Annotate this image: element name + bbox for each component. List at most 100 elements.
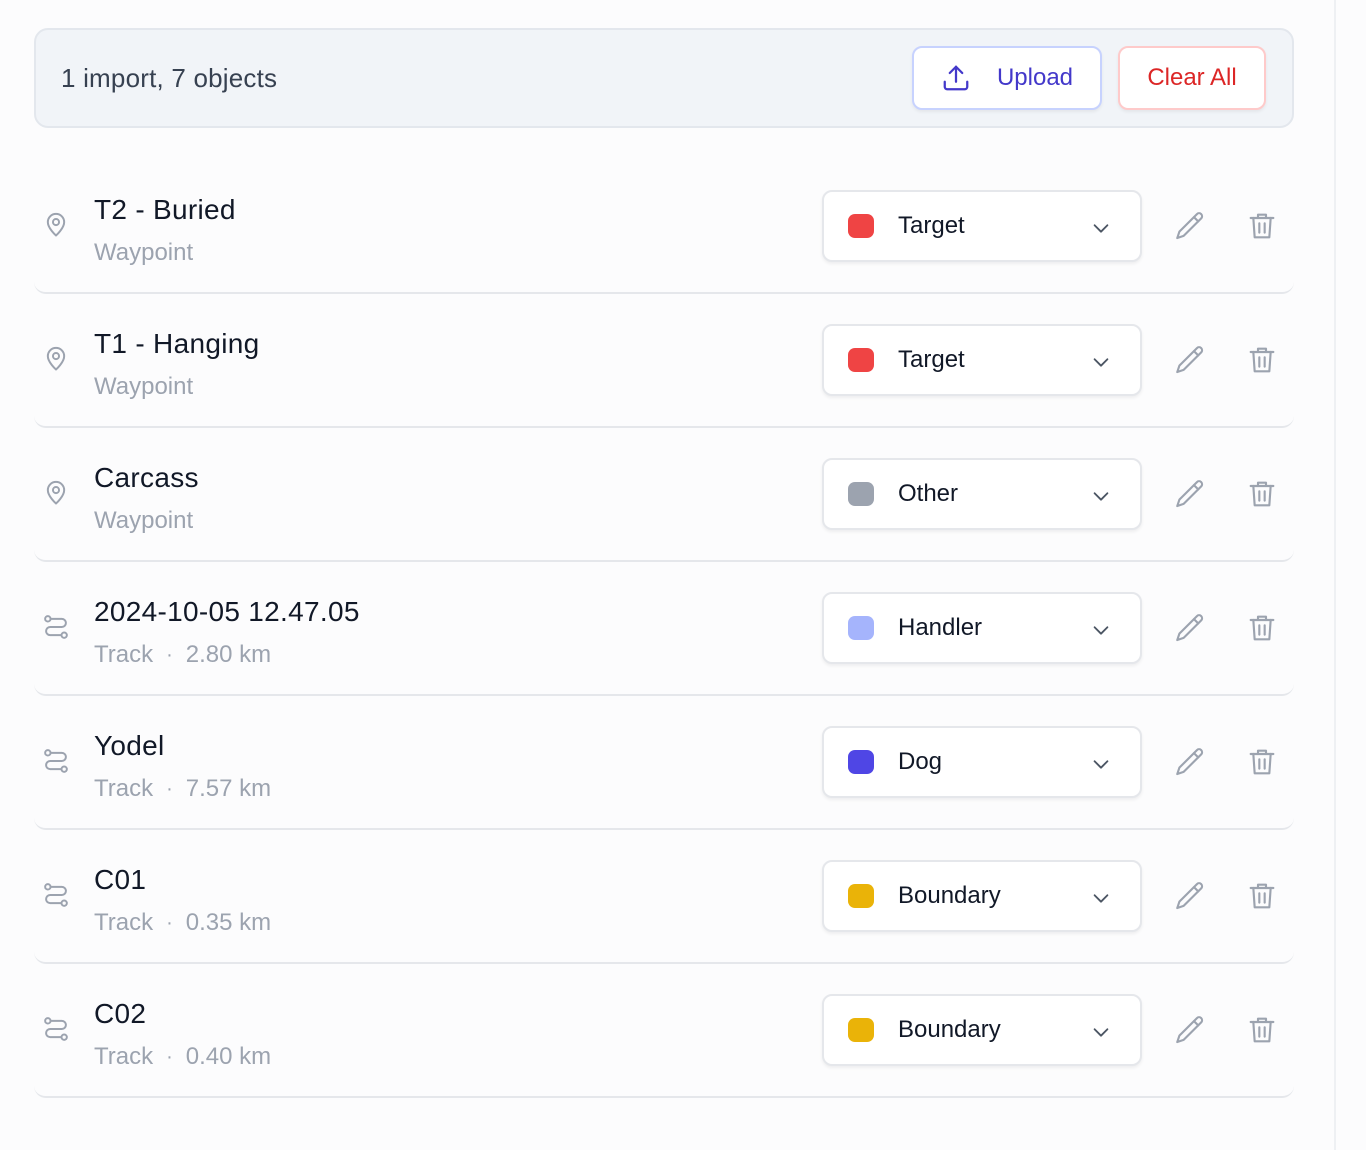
- item-subtitle: Waypoint: [94, 507, 193, 535]
- chevron-down-icon: [1090, 217, 1112, 239]
- delete-button[interactable]: [1244, 610, 1280, 646]
- item-title: Carcass: [94, 462, 199, 493]
- list-item-3: Carcass Waypoint Other: [34, 428, 1294, 562]
- item-title: C02: [94, 998, 147, 1029]
- edit-button[interactable]: [1172, 610, 1208, 646]
- item-distance: 0.35 km: [185, 909, 272, 936]
- item-type: Waypoint: [94, 507, 194, 534]
- category-color-swatch: [848, 214, 874, 238]
- list-item-6: C01 Track · 0.35 km Boundary: [34, 830, 1294, 964]
- category-select[interactable]: Boundary: [822, 994, 1142, 1066]
- route-icon: [42, 880, 70, 910]
- item-title: Yodel: [94, 730, 165, 761]
- edit-button[interactable]: [1172, 878, 1208, 914]
- delete-button[interactable]: [1244, 342, 1280, 378]
- trash-icon: [1246, 1014, 1278, 1046]
- map-pin-icon: [42, 478, 70, 508]
- item-subtitle: Waypoint: [94, 239, 193, 267]
- category-color-swatch: [848, 348, 874, 372]
- import-summary-bar: 1 import, 7 objects Upload Clear All: [34, 28, 1294, 128]
- chevron-down-icon: [1090, 887, 1112, 909]
- separator-dot: ·: [166, 777, 173, 800]
- pencil-icon: [1173, 1013, 1207, 1047]
- chevron-down-icon: [1090, 485, 1112, 507]
- delete-button[interactable]: [1244, 744, 1280, 780]
- separator-dot: ·: [166, 1045, 173, 1068]
- route-icon: [42, 746, 70, 776]
- pencil-icon: [1173, 477, 1207, 511]
- list-item-4: 2024-10-05 12.47.05 Track · 2.80 km Hand…: [34, 562, 1294, 696]
- pencil-icon: [1173, 343, 1207, 377]
- trash-icon: [1246, 344, 1278, 376]
- trash-icon: [1246, 612, 1278, 644]
- route-icon: [42, 1014, 70, 1044]
- category-select[interactable]: Handler: [822, 592, 1142, 664]
- category-select[interactable]: Dog: [822, 726, 1142, 798]
- category-select[interactable]: Target: [822, 324, 1142, 396]
- item-title: T1 - Hanging: [94, 328, 260, 359]
- item-type: Track: [94, 1043, 154, 1070]
- item-subtitle: Track · 2.80 km: [94, 641, 271, 669]
- edit-button[interactable]: [1172, 1012, 1208, 1048]
- category-color-swatch: [848, 482, 874, 506]
- panel-divider: [1334, 0, 1336, 1150]
- category-color-swatch: [848, 1018, 874, 1042]
- map-pin-icon: [42, 344, 70, 374]
- chevron-down-icon: [1090, 351, 1112, 373]
- list-item-7: C02 Track · 0.40 km Boundary: [34, 964, 1294, 1098]
- edit-button[interactable]: [1172, 208, 1208, 244]
- item-title: C01: [94, 864, 147, 895]
- category-color-swatch: [848, 616, 874, 640]
- list-item-2: T1 - Hanging Waypoint Target: [34, 294, 1294, 428]
- item-type: Track: [94, 775, 154, 802]
- item-type: Waypoint: [94, 373, 194, 400]
- pencil-icon: [1173, 745, 1207, 779]
- chevron-down-icon: [1090, 1021, 1112, 1043]
- trash-icon: [1246, 746, 1278, 778]
- category-select[interactable]: Other: [822, 458, 1142, 530]
- pencil-icon: [1173, 879, 1207, 913]
- trash-icon: [1246, 880, 1278, 912]
- chevron-down-icon: [1090, 619, 1112, 641]
- item-subtitle: Track · 0.35 km: [94, 909, 271, 937]
- item-distance: 7.57 km: [185, 775, 272, 802]
- trash-icon: [1246, 478, 1278, 510]
- trash-icon: [1246, 210, 1278, 242]
- pencil-icon: [1173, 209, 1207, 243]
- item-distance: 2.80 km: [185, 641, 272, 668]
- objects-panel: 1 import, 7 objects Upload Clear All T2 …: [0, 0, 1366, 1150]
- upload-icon: [941, 63, 971, 93]
- list-item-1: T2 - Buried Waypoint Target: [34, 160, 1294, 294]
- route-icon: [42, 612, 70, 642]
- edit-button[interactable]: [1172, 342, 1208, 378]
- category-select[interactable]: Target: [822, 190, 1142, 262]
- category-select[interactable]: Boundary: [822, 860, 1142, 932]
- edit-button[interactable]: [1172, 476, 1208, 512]
- edit-button[interactable]: [1172, 744, 1208, 780]
- item-type: Waypoint: [94, 239, 194, 266]
- object-list: T2 - Buried Waypoint Target T1 - Hanging…: [34, 160, 1294, 1098]
- item-title: T2 - Buried: [94, 194, 236, 225]
- upload-button-label: Upload: [996, 64, 1074, 91]
- delete-button[interactable]: [1244, 1012, 1280, 1048]
- item-type: Track: [94, 641, 154, 668]
- delete-button[interactable]: [1244, 878, 1280, 914]
- item-subtitle: Waypoint: [94, 373, 193, 401]
- import-summary-text: 1 import, 7 objects: [61, 62, 278, 93]
- item-title: 2024-10-05 12.47.05: [94, 596, 360, 627]
- item-subtitle: Track · 7.57 km: [94, 775, 271, 803]
- separator-dot: ·: [166, 911, 173, 934]
- category-color-swatch: [848, 884, 874, 908]
- upload-button[interactable]: Upload: [912, 46, 1102, 110]
- clear-all-button[interactable]: Clear All: [1118, 46, 1266, 110]
- pencil-icon: [1173, 611, 1207, 645]
- category-color-swatch: [848, 750, 874, 774]
- map-pin-icon: [42, 210, 70, 240]
- item-distance: 0.40 km: [185, 1043, 272, 1070]
- chevron-down-icon: [1090, 753, 1112, 775]
- delete-button[interactable]: [1244, 208, 1280, 244]
- delete-button[interactable]: [1244, 476, 1280, 512]
- item-subtitle: Track · 0.40 km: [94, 1043, 271, 1071]
- item-type: Track: [94, 909, 154, 936]
- separator-dot: ·: [166, 643, 173, 666]
